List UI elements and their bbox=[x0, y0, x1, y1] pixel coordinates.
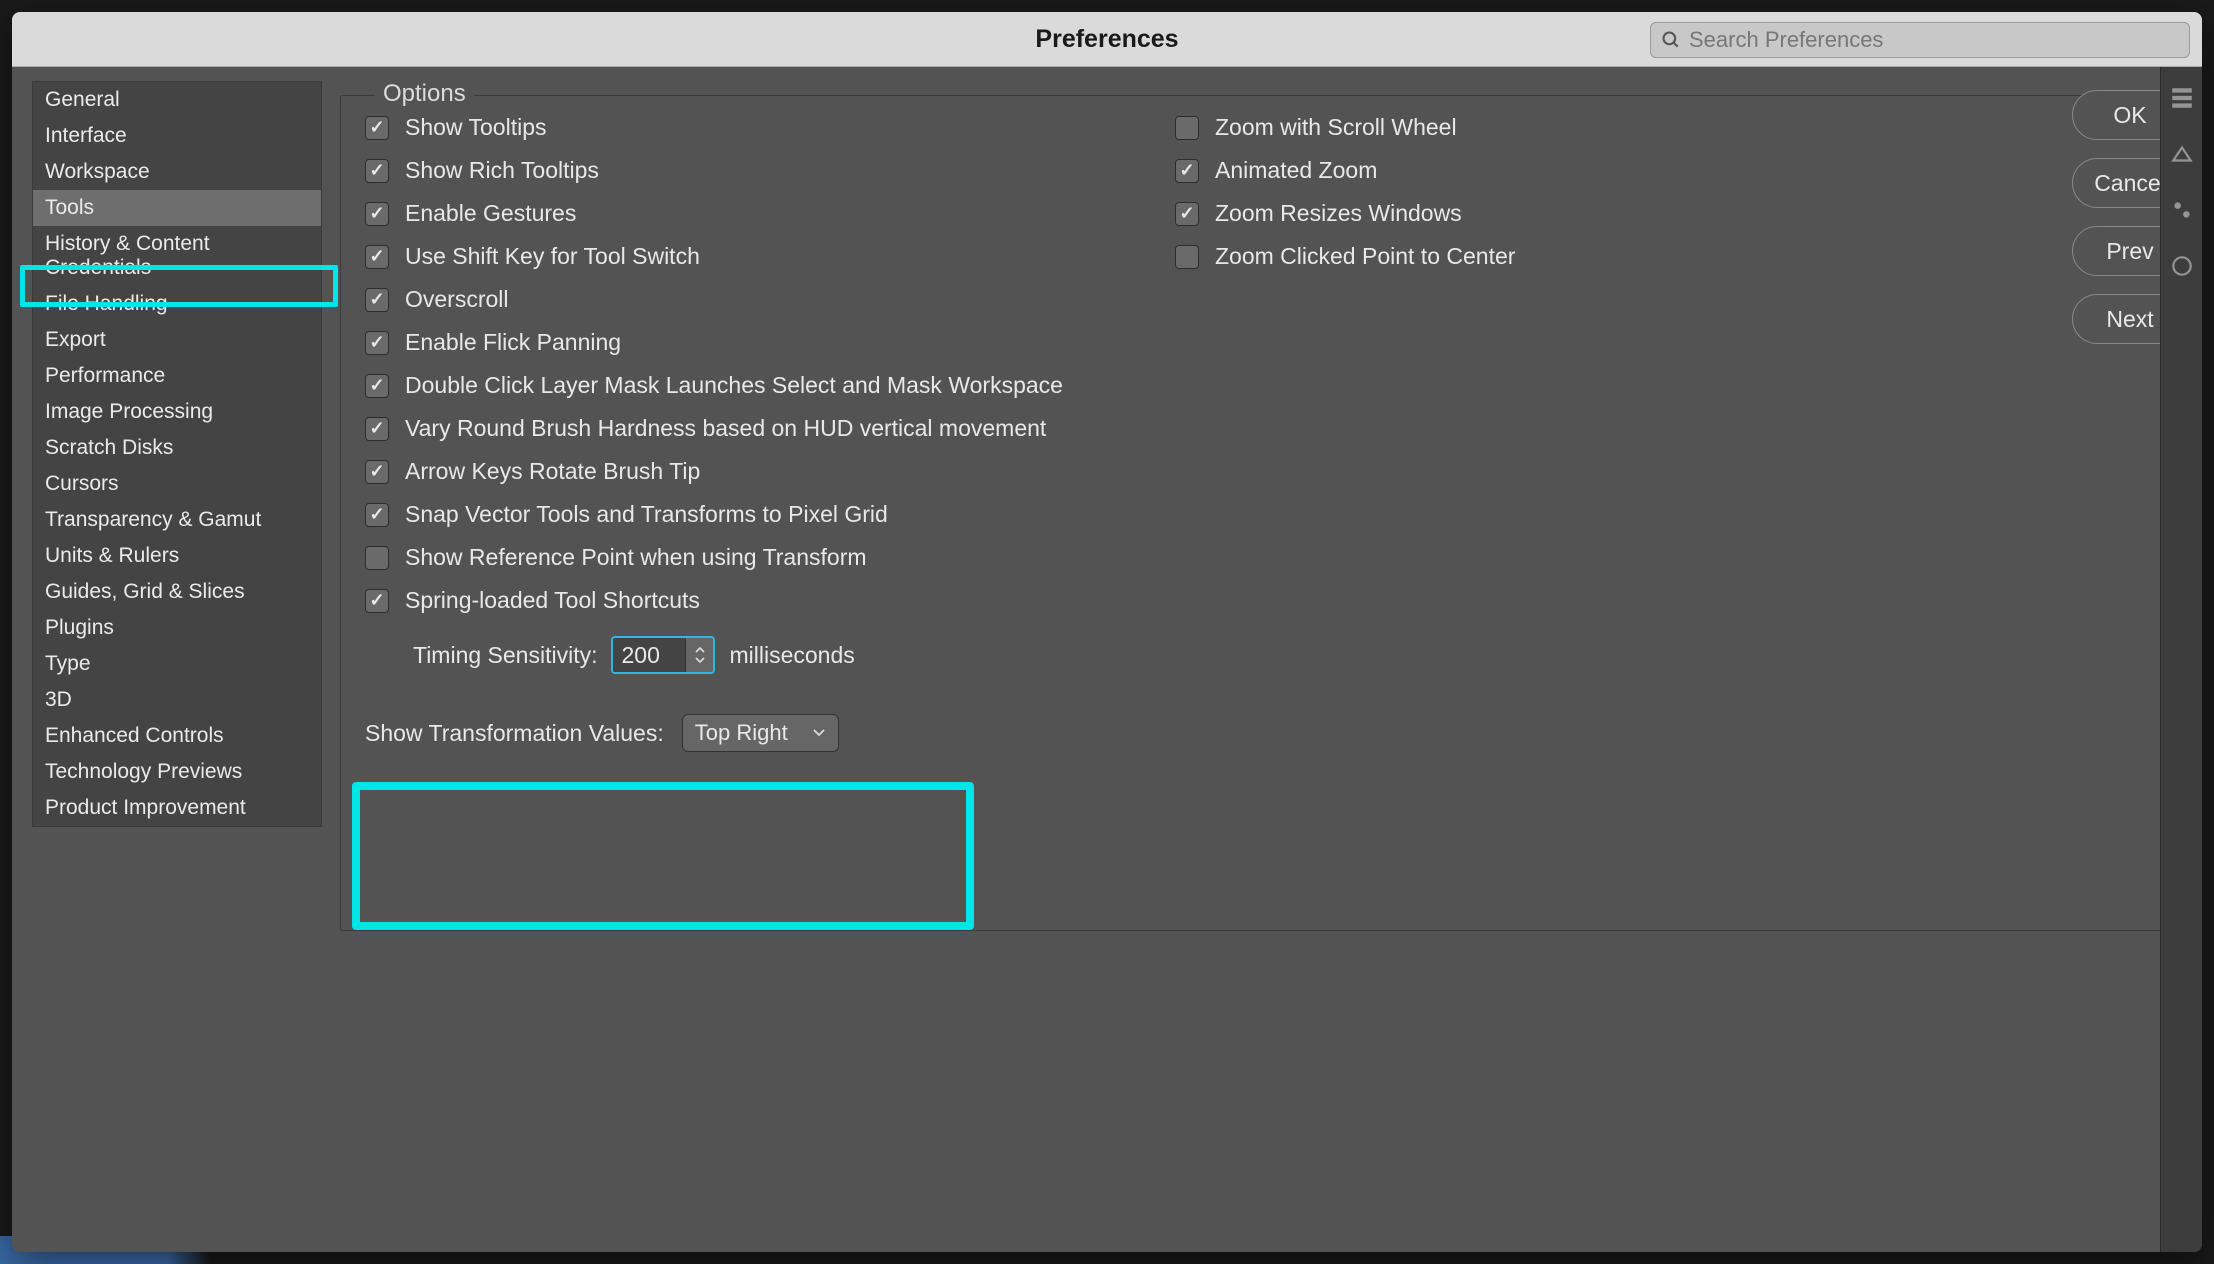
sidebar-item-product-improvement[interactable]: Product Improvement bbox=[33, 790, 321, 826]
panel-icon-2[interactable] bbox=[2169, 141, 2195, 167]
option-snap-vector: Snap Vector Tools and Transforms to Pixe… bbox=[365, 501, 1135, 528]
sidebar-item-tech-previews[interactable]: Technology Previews bbox=[33, 754, 321, 790]
option-vary-brush-hardness: Vary Round Brush Hardness based on HUD v… bbox=[365, 415, 1135, 442]
label-show-rich-tooltips: Show Rich Tooltips bbox=[405, 157, 599, 184]
sidebar-item-tools[interactable]: Tools bbox=[33, 190, 321, 226]
dialog-body: General Interface Workspace Tools Histor… bbox=[12, 67, 2202, 1252]
timing-input[interactable] bbox=[613, 638, 685, 672]
content-area: Options Show Tooltips Show Rich Tooltips… bbox=[322, 67, 2202, 1252]
sidebar: General Interface Workspace Tools Histor… bbox=[12, 67, 322, 1252]
preferences-dialog: Preferences General Interface Workspace … bbox=[12, 12, 2202, 1252]
sidebar-list: General Interface Workspace Tools Histor… bbox=[32, 81, 322, 827]
panel-icon-3[interactable] bbox=[2169, 197, 2195, 223]
label-vary-brush-hardness: Vary Round Brush Hardness based on HUD v… bbox=[405, 415, 1046, 442]
sidebar-item-3d[interactable]: 3D bbox=[33, 682, 321, 718]
timing-unit: milliseconds bbox=[729, 642, 854, 669]
sidebar-item-type[interactable]: Type bbox=[33, 646, 321, 682]
checkbox-vary-brush-hardness[interactable] bbox=[365, 417, 389, 441]
checkbox-overscroll[interactable] bbox=[365, 288, 389, 312]
checkbox-zoom-clicked-center[interactable] bbox=[1175, 245, 1199, 269]
sidebar-item-transparency[interactable]: Transparency & Gamut bbox=[33, 502, 321, 538]
label-zoom-clicked-center: Zoom Clicked Point to Center bbox=[1215, 243, 1515, 270]
sidebar-item-scratch-disks[interactable]: Scratch Disks bbox=[33, 430, 321, 466]
sidebar-item-general[interactable]: General bbox=[33, 82, 321, 118]
option-dbl-click-mask: Double Click Layer Mask Launches Select … bbox=[365, 372, 1135, 399]
options-legend: Options bbox=[375, 80, 474, 108]
options-columns: Show Tooltips Show Rich Tooltips Enable … bbox=[365, 114, 2159, 752]
search-field[interactable] bbox=[1650, 22, 2190, 58]
panel-icon-4[interactable] bbox=[2169, 253, 2195, 279]
sidebar-item-export[interactable]: Export bbox=[33, 322, 321, 358]
option-animated-zoom: Animated Zoom bbox=[1175, 157, 1735, 184]
label-shift-tool-switch: Use Shift Key for Tool Switch bbox=[405, 243, 700, 270]
sidebar-item-cursors[interactable]: Cursors bbox=[33, 466, 321, 502]
label-zoom-scroll-wheel: Zoom with Scroll Wheel bbox=[1215, 114, 1457, 141]
option-zoom-scroll-wheel: Zoom with Scroll Wheel bbox=[1175, 114, 1735, 141]
checkbox-dbl-click-mask[interactable] bbox=[365, 374, 389, 398]
label-reference-point: Show Reference Point when using Transfor… bbox=[405, 544, 867, 571]
label-snap-vector: Snap Vector Tools and Transforms to Pixe… bbox=[405, 501, 888, 528]
label-dbl-click-mask: Double Click Layer Mask Launches Select … bbox=[405, 372, 1063, 399]
sidebar-item-performance[interactable]: Performance bbox=[33, 358, 321, 394]
checkbox-zoom-resizes-windows[interactable] bbox=[1175, 202, 1199, 226]
panel-icon-1[interactable] bbox=[2169, 85, 2195, 111]
option-enable-gestures: Enable Gestures bbox=[365, 200, 1135, 227]
option-arrow-rotate-brush: Arrow Keys Rotate Brush Tip bbox=[365, 458, 1135, 485]
dialog-title: Preferences bbox=[1035, 25, 1178, 54]
sidebar-item-workspace[interactable]: Workspace bbox=[33, 154, 321, 190]
option-show-rich-tooltips: Show Rich Tooltips bbox=[365, 157, 1135, 184]
search-input[interactable] bbox=[1689, 27, 2179, 53]
sidebar-item-image-processing[interactable]: Image Processing bbox=[33, 394, 321, 430]
checkbox-zoom-scroll-wheel[interactable] bbox=[1175, 116, 1199, 140]
sidebar-item-interface[interactable]: Interface bbox=[33, 118, 321, 154]
transform-values-row: Show Transformation Values: Top Right bbox=[365, 714, 1135, 752]
label-zoom-resizes-windows: Zoom Resizes Windows bbox=[1215, 200, 1462, 227]
timing-sensitivity-row: Timing Sensitivity: milliseconds bbox=[413, 636, 1135, 674]
option-zoom-resizes-windows: Zoom Resizes Windows bbox=[1175, 200, 1735, 227]
option-spring-loaded: Spring-loaded Tool Shortcuts bbox=[365, 587, 1135, 614]
checkbox-reference-point[interactable] bbox=[365, 546, 389, 570]
option-zoom-clicked-center: Zoom Clicked Point to Center bbox=[1175, 243, 1735, 270]
checkbox-spring-loaded[interactable] bbox=[365, 589, 389, 613]
checkbox-shift-tool-switch[interactable] bbox=[365, 245, 389, 269]
right-panel-strip bbox=[2160, 67, 2202, 1252]
sidebar-item-plugins[interactable]: Plugins bbox=[33, 610, 321, 646]
label-flick-panning: Enable Flick Panning bbox=[405, 329, 621, 356]
options-column-right: Zoom with Scroll Wheel Animated Zoom Zoo… bbox=[1175, 114, 1735, 752]
label-animated-zoom: Animated Zoom bbox=[1215, 157, 1377, 184]
label-spring-loaded: Spring-loaded Tool Shortcuts bbox=[405, 587, 700, 614]
search-icon bbox=[1661, 30, 1681, 50]
chevron-down-icon bbox=[812, 724, 826, 742]
checkbox-flick-panning[interactable] bbox=[365, 331, 389, 355]
option-reference-point: Show Reference Point when using Transfor… bbox=[365, 544, 1135, 571]
label-show-tooltips: Show Tooltips bbox=[405, 114, 547, 141]
sidebar-item-enhanced[interactable]: Enhanced Controls bbox=[33, 718, 321, 754]
label-overscroll: Overscroll bbox=[405, 286, 509, 313]
checkbox-show-tooltips[interactable] bbox=[365, 116, 389, 140]
sidebar-item-units[interactable]: Units & Rulers bbox=[33, 538, 321, 574]
timing-input-wrapper bbox=[611, 636, 715, 674]
option-flick-panning: Enable Flick Panning bbox=[365, 329, 1135, 356]
checkbox-snap-vector[interactable] bbox=[365, 503, 389, 527]
option-shift-tool-switch: Use Shift Key for Tool Switch bbox=[365, 243, 1135, 270]
checkbox-arrow-rotate-brush[interactable] bbox=[365, 460, 389, 484]
sidebar-item-history[interactable]: History & Content Credentials bbox=[33, 226, 321, 286]
options-column-left: Show Tooltips Show Rich Tooltips Enable … bbox=[365, 114, 1135, 752]
sidebar-item-guides[interactable]: Guides, Grid & Slices bbox=[33, 574, 321, 610]
timing-label: Timing Sensitivity: bbox=[413, 642, 597, 669]
sidebar-item-file-handling[interactable]: File Handling bbox=[33, 286, 321, 322]
transform-label: Show Transformation Values: bbox=[365, 720, 664, 747]
options-fieldset: Options Show Tooltips Show Rich Tooltips… bbox=[340, 95, 2184, 931]
checkbox-enable-gestures[interactable] bbox=[365, 202, 389, 226]
option-overscroll: Overscroll bbox=[365, 286, 1135, 313]
label-arrow-rotate-brush: Arrow Keys Rotate Brush Tip bbox=[405, 458, 700, 485]
transform-select[interactable]: Top Right bbox=[682, 714, 839, 752]
label-enable-gestures: Enable Gestures bbox=[405, 200, 576, 227]
checkbox-animated-zoom[interactable] bbox=[1175, 159, 1199, 183]
checkbox-show-rich-tooltips[interactable] bbox=[365, 159, 389, 183]
transform-select-value: Top Right bbox=[695, 720, 788, 746]
option-show-tooltips: Show Tooltips bbox=[365, 114, 1135, 141]
titlebar: Preferences bbox=[12, 12, 2202, 67]
timing-stepper[interactable] bbox=[685, 638, 713, 672]
